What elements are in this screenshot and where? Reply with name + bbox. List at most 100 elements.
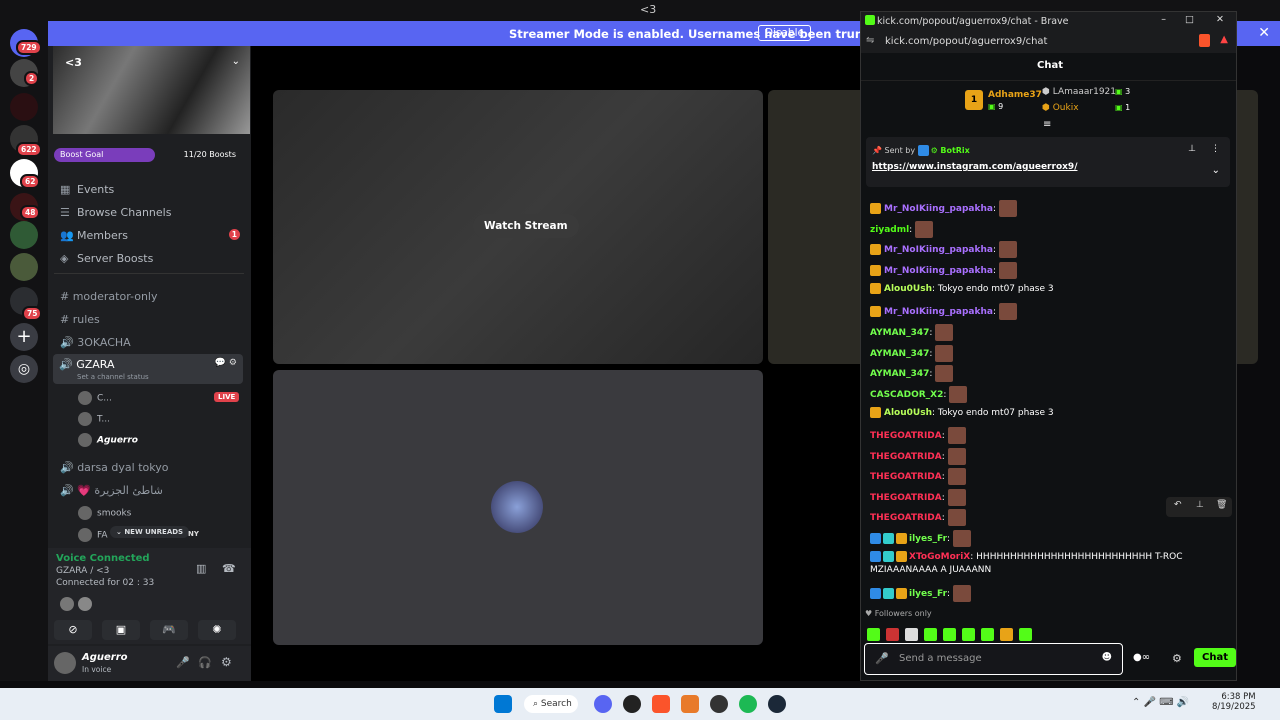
discord-icon[interactable] (594, 695, 612, 713)
chevron-down-icon[interactable]: ⌄ (232, 56, 240, 67)
camera-off-icon[interactable]: ⊘ (54, 620, 92, 640)
brave-rewards-icon[interactable]: ▲ (1220, 34, 1228, 45)
chat-message[interactable]: THEGOATRIDA: (870, 509, 966, 526)
voice-user[interactable]: T... (78, 412, 110, 426)
chat-message[interactable]: XToGoMoriX: HHHHHHHHHHHHHHHHHHHHHHHHHH T… (870, 551, 1183, 562)
clock[interactable]: 6:38 PM 8/19/2025 (1212, 692, 1256, 712)
settings-icon[interactable]: 💬 ⚙ (215, 358, 237, 368)
watch-stream-button[interactable]: Watch Stream (473, 214, 579, 238)
expand-icon[interactable]: ≡ (1043, 119, 1051, 130)
chat-message[interactable]: ziyadml: (870, 221, 934, 238)
chat-message[interactable]: Mr_NoIKiing_papakha: (870, 303, 1017, 320)
chat-username[interactable]: ilyes_Fr (909, 534, 947, 544)
brave-icon[interactable] (652, 695, 670, 713)
voice-connected-label[interactable]: Voice Connected (56, 553, 150, 564)
channel-status[interactable]: Set a channel status (77, 373, 149, 381)
steam-icon[interactable] (768, 695, 786, 713)
chat-username[interactable]: AYMAN_347 (870, 369, 929, 379)
emote-icon[interactable] (886, 628, 899, 641)
channel-gzara[interactable]: 🔊 GZARA Set a channel status 💬 ⚙ (53, 354, 243, 384)
chat-message[interactable]: THEGOATRIDA: (870, 427, 966, 444)
chat-message[interactable]: Mr_NoIKiing_papakha: (870, 200, 1017, 217)
channel-arabic[interactable]: 🔊 💗 شاطئ الجزيرة (60, 484, 163, 497)
chat-message[interactable]: ilyes_Fr: (870, 530, 971, 547)
pinned-link[interactable]: https://www.instagram.com/agueerrox9/ (872, 162, 1077, 172)
chat-message[interactable]: AYMAN_347: (870, 365, 954, 382)
new-unreads-pill[interactable]: ⌄ NEW UNREADS (110, 526, 190, 538)
chat-message[interactable]: THEGOATRIDA: (870, 448, 966, 465)
server-icon[interactable] (10, 221, 38, 249)
github-icon[interactable] (623, 695, 641, 713)
search-box[interactable]: ⌕ Search (524, 695, 578, 713)
chat-username[interactable]: THEGOATRIDA (870, 452, 942, 462)
boost-goal[interactable]: Boost Goal 11/20 Boosts (54, 148, 244, 162)
leader-name[interactable]: ⬢ LAmaaar1921 (1042, 87, 1116, 97)
chat-username[interactable]: Alou0Ush (884, 408, 932, 418)
pin-icon[interactable]: ⊥ (1196, 500, 1204, 510)
chat-message[interactable]: Alou0Ush: Tokyo endo mt07 phase 3 (870, 283, 1054, 294)
reply-icon[interactable]: ↶ (1174, 500, 1182, 510)
chat-message[interactable]: THEGOATRIDA: (870, 489, 966, 506)
chat-message[interactable]: THEGOATRIDA: (870, 468, 966, 485)
spotify-icon[interactable] (739, 695, 757, 713)
server-banner[interactable]: <3 ⌄ (53, 46, 250, 134)
activities-icon[interactable]: 🎮 (150, 620, 188, 640)
disable-button[interactable]: Disable (758, 25, 811, 41)
message-input[interactable]: 🎤 Send a message ☻ (864, 643, 1123, 675)
channel-darsa[interactable]: 🔊 darsa dyal tokyo (60, 461, 168, 474)
chat-username[interactable]: ziyadml (870, 225, 909, 235)
chat-message[interactable]: Mr_NoIKiing_papakha: (870, 262, 1017, 279)
app-icon[interactable] (681, 695, 699, 713)
noise-suppression-icon[interactable]: ▥ (196, 562, 206, 575)
emote-icon[interactable] (905, 628, 918, 641)
chat-username[interactable]: Mr_NoIKiing_papakha (884, 204, 993, 214)
microphone-icon[interactable]: 🎤 (875, 652, 889, 665)
site-settings-icon[interactable]: ⇋ (866, 35, 874, 46)
chevron-down-icon[interactable]: ⌄ (1212, 165, 1220, 176)
chat-username[interactable]: XToGoMoriX (909, 552, 970, 562)
voice-user[interactable]: smooks (78, 506, 131, 520)
emote-icon[interactable] (867, 628, 880, 641)
add-server-icon[interactable]: + (10, 323, 38, 351)
emote-icon[interactable] (924, 628, 937, 641)
chat-username[interactable]: ilyes_Fr (909, 589, 947, 599)
start-icon[interactable] (494, 695, 512, 713)
delete-icon[interactable]: 🗑 (1216, 500, 1227, 510)
nav-server-boosts[interactable]: ◈ Server Boosts (60, 252, 153, 265)
app-icon[interactable] (710, 695, 728, 713)
chat-username[interactable]: THEGOATRIDA (870, 431, 942, 441)
chat-username[interactable]: Alou0Ush (884, 284, 932, 294)
stream-tile[interactable]: Watch Stream (273, 90, 763, 364)
brave-shields-icon[interactable] (1199, 34, 1210, 47)
kicks-icon[interactable]: ●∞ (1133, 652, 1150, 663)
address-bar[interactable]: ⇋ kick.com/popout/aguerrox9/chat ▲ (861, 31, 1236, 53)
chat-username[interactable]: AYMAN_347 (870, 328, 929, 338)
unpin-icon[interactable]: ⊥ (1188, 144, 1196, 154)
chat-username[interactable]: Mr_NoIKiing_papakha (884, 307, 993, 317)
emote-icon[interactable] (1019, 628, 1032, 641)
more-icon[interactable]: ⋮ (1211, 144, 1220, 154)
chat-username[interactable]: AYMAN_347 (870, 349, 929, 359)
voice-user[interactable]: Aguerro (78, 433, 138, 447)
screen-share-icon[interactable]: ▣ (102, 620, 140, 640)
leader-name[interactable]: Adhame37 (988, 90, 1042, 100)
chat-message[interactable]: CASCADOR_X2: (870, 386, 968, 403)
nav-events[interactable]: ▦ Events (60, 183, 114, 196)
microphone-icon[interactable]: 🎤 (176, 656, 190, 669)
gear-icon[interactable]: ⚙ (221, 655, 232, 669)
disconnect-icon[interactable]: ☎ (222, 562, 236, 575)
emote-icon[interactable] (981, 628, 994, 641)
emote-icon[interactable] (1000, 628, 1013, 641)
chat-message[interactable]: ilyes_Fr: (870, 585, 971, 602)
system-tray-icons[interactable]: ⌃ 🎤 ⌨ 🔊 (1132, 697, 1189, 708)
channel-moderator-only[interactable]: # moderator-only (60, 290, 157, 303)
chat-message[interactable]: Mr_NoIKiing_papakha: (870, 241, 1017, 258)
channel-3okacha[interactable]: 🔊 3OKACHA (60, 336, 131, 349)
voice-channel[interactable]: GZARA / <3 (56, 566, 109, 576)
chat-username[interactable]: CASCADOR_X2 (870, 390, 943, 400)
chat-message[interactable]: Alou0Ush: Tokyo endo mt07 phase 3 (870, 407, 1054, 418)
maximize-icon[interactable]: □ (1185, 14, 1194, 25)
close-icon[interactable]: ✕ (1258, 25, 1270, 41)
voice-user[interactable]: C... (78, 391, 112, 405)
headphones-icon[interactable]: 🎧 (198, 656, 212, 669)
